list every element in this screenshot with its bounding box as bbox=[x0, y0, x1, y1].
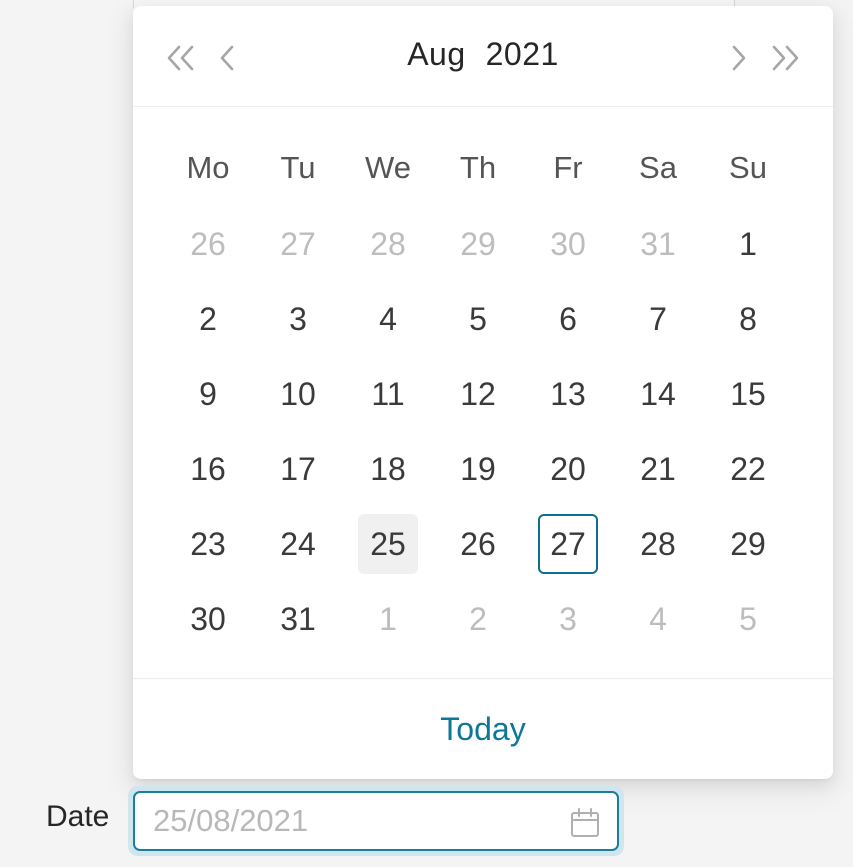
day-cell[interactable]: 4 bbox=[628, 589, 688, 649]
day-cell-selected[interactable]: 25 bbox=[358, 514, 418, 574]
weekday-label: Th bbox=[459, 150, 497, 185]
weekday-header-row: Mo Tu We Th Fr Sa Su bbox=[163, 136, 793, 214]
day-cell[interactable]: 11 bbox=[358, 364, 418, 424]
day-cell[interactable]: 19 bbox=[448, 439, 508, 499]
chevron-right-icon bbox=[732, 45, 746, 71]
day-cell[interactable]: 2 bbox=[448, 589, 508, 649]
day-cell[interactable]: 5 bbox=[448, 289, 508, 349]
weekday-label: Fr bbox=[553, 150, 583, 185]
weekday-label: Su bbox=[729, 150, 767, 185]
day-cell[interactable]: 16 bbox=[178, 439, 238, 499]
day-cell[interactable]: 1 bbox=[718, 214, 778, 274]
today-button[interactable]: Today bbox=[440, 711, 525, 748]
day-cell[interactable]: 15 bbox=[718, 364, 778, 424]
day-cell[interactable]: 31 bbox=[628, 214, 688, 274]
next-month-button[interactable] bbox=[721, 38, 757, 78]
month-selector[interactable]: Aug bbox=[407, 36, 465, 72]
weekday-label: Sa bbox=[639, 150, 677, 185]
calendar-weeks: 26 27 28 29 30 31 1 2 3 4 5 6 7 8 9 10 11 12 13 14 15 16 17 18 1… bbox=[163, 214, 793, 664]
day-cell[interactable]: 10 bbox=[268, 364, 328, 424]
day-cell[interactable]: 30 bbox=[178, 589, 238, 649]
calendar-grid: Mo Tu We Th Fr Sa Su 26 27 28 29 30 31 1 2 3 4 5 6 7… bbox=[163, 136, 793, 664]
day-cell[interactable]: 6 bbox=[538, 289, 598, 349]
picker-header: Aug 2021 bbox=[133, 6, 833, 107]
double-chevron-right-icon bbox=[772, 45, 799, 71]
date-field-focus-ring bbox=[128, 786, 624, 856]
calendar-icon[interactable] bbox=[569, 807, 601, 839]
day-cell[interactable]: 3 bbox=[538, 589, 598, 649]
day-cell[interactable]: 24 bbox=[268, 514, 328, 574]
weekday-label: We bbox=[365, 150, 411, 185]
day-cell[interactable]: 22 bbox=[718, 439, 778, 499]
day-cell[interactable]: 9 bbox=[178, 364, 238, 424]
day-cell-today[interactable]: 27 bbox=[538, 514, 598, 574]
day-cell[interactable]: 28 bbox=[358, 214, 418, 274]
week-row: 23 24 25 26 27 28 29 bbox=[163, 514, 793, 589]
day-cell[interactable]: 4 bbox=[358, 289, 418, 349]
day-cell[interactable]: 28 bbox=[628, 514, 688, 574]
page: Aug 2021 Mo Tu We Th Fr Sa Su 26 27 28 2… bbox=[0, 0, 853, 867]
year-selector[interactable]: 2021 bbox=[486, 36, 559, 72]
day-cell[interactable]: 20 bbox=[538, 439, 598, 499]
weekday-label: Tu bbox=[280, 150, 316, 185]
week-row: 16 17 18 19 20 21 22 bbox=[163, 439, 793, 514]
day-cell[interactable]: 18 bbox=[358, 439, 418, 499]
week-row: 26 27 28 29 30 31 1 bbox=[163, 214, 793, 289]
day-cell[interactable]: 31 bbox=[268, 589, 328, 649]
day-cell[interactable]: 12 bbox=[448, 364, 508, 424]
day-cell[interactable]: 8 bbox=[718, 289, 778, 349]
date-label: Date bbox=[46, 800, 110, 833]
day-cell[interactable]: 2 bbox=[178, 289, 238, 349]
day-cell[interactable]: 5 bbox=[718, 589, 778, 649]
day-cell[interactable]: 14 bbox=[628, 364, 688, 424]
week-row: 30 31 1 2 3 4 5 bbox=[163, 589, 793, 664]
date-field[interactable] bbox=[133, 791, 619, 851]
day-cell[interactable]: 1 bbox=[358, 589, 418, 649]
picker-footer: Today bbox=[133, 678, 833, 780]
day-cell[interactable]: 23 bbox=[178, 514, 238, 574]
weekday-label: Mo bbox=[186, 150, 230, 185]
day-cell[interactable]: 26 bbox=[448, 514, 508, 574]
day-cell[interactable]: 30 bbox=[538, 214, 598, 274]
date-input[interactable] bbox=[153, 801, 543, 841]
day-cell[interactable]: 7 bbox=[628, 289, 688, 349]
day-cell[interactable]: 29 bbox=[718, 514, 778, 574]
date-picker-popup: Aug 2021 Mo Tu We Th Fr Sa Su 26 27 28 2… bbox=[133, 6, 833, 779]
day-cell[interactable]: 21 bbox=[628, 439, 688, 499]
day-cell[interactable]: 29 bbox=[448, 214, 508, 274]
day-cell[interactable]: 27 bbox=[268, 214, 328, 274]
day-cell[interactable]: 13 bbox=[538, 364, 598, 424]
day-cell[interactable]: 17 bbox=[268, 439, 328, 499]
week-row: 9 10 11 12 13 14 15 bbox=[163, 364, 793, 439]
day-cell[interactable]: 26 bbox=[178, 214, 238, 274]
next-year-button[interactable] bbox=[767, 38, 803, 78]
day-cell[interactable]: 3 bbox=[268, 289, 328, 349]
week-row: 2345678 bbox=[163, 289, 793, 364]
